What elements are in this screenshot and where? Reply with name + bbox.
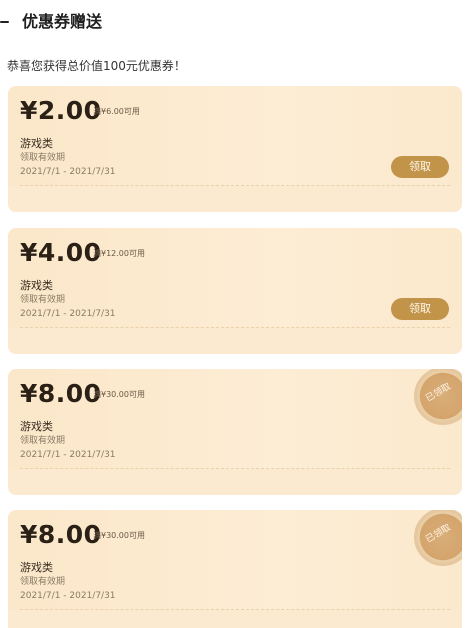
coupon-validity-dates: 2021/7/1 - 2021/7/31 [20, 167, 116, 177]
coupon-category: 游戏类 [20, 137, 53, 150]
coupon-validity-label: 领取有效期 [20, 436, 66, 446]
coupon-amount: ¥4.00 [20, 238, 102, 267]
back-icon[interactable] [0, 21, 9, 23]
coupon-category: 游戏类 [20, 420, 53, 433]
claim-button[interactable]: 领取 [391, 298, 449, 320]
coupon-card: ¥8.00 满¥30.00可用 游戏类 领取有效期 2021/7/1 - 202… [8, 510, 462, 628]
claimed-stamp: 已领取 [414, 369, 462, 425]
coupon-validity-label: 领取有效期 [20, 153, 66, 163]
coupon-condition: 满¥6.00可用 [93, 107, 140, 116]
coupon-card: ¥4.00 满¥12.00可用 游戏类 领取有效期 2021/7/1 - 202… [8, 228, 462, 354]
claimed-stamp: 已领取 [414, 510, 462, 566]
coupon-amount: ¥8.00 [20, 520, 102, 549]
coupon-divider [20, 609, 450, 610]
claimed-stamp-label: 已领取 [424, 522, 453, 546]
claimed-stamp-label: 已领取 [424, 381, 453, 405]
coupon-divider [20, 185, 450, 186]
coupon-validity-dates: 2021/7/1 - 2021/7/31 [20, 450, 116, 460]
coupon-validity-dates: 2021/7/1 - 2021/7/31 [20, 591, 116, 601]
coupon-validity-label: 领取有效期 [20, 295, 66, 305]
coupon-divider [20, 327, 450, 328]
coupon-divider [20, 468, 450, 469]
header: 优惠券赠送 [0, 0, 469, 44]
coupon-card: ¥8.00 满¥30.00可用 游戏类 领取有效期 2021/7/1 - 202… [8, 369, 462, 495]
congrats-message: 恭喜您获得总价值100元优惠券！ [7, 59, 186, 73]
coupon-gift-page: 优惠券赠送 恭喜您获得总价值100元优惠券！ ¥2.00 满¥6.00可用 游戏… [0, 0, 469, 628]
coupon-card: ¥2.00 满¥6.00可用 游戏类 领取有效期 2021/7/1 - 2021… [8, 86, 462, 212]
coupon-condition: 满¥12.00可用 [93, 249, 145, 258]
coupon-category: 游戏类 [20, 279, 53, 292]
coupon-amount: ¥8.00 [20, 379, 102, 408]
coupon-amount: ¥2.00 [20, 96, 102, 125]
page-title: 优惠券赠送 [22, 12, 103, 31]
coupon-validity-label: 领取有效期 [20, 577, 66, 587]
coupon-condition: 满¥30.00可用 [93, 390, 145, 399]
coupon-category: 游戏类 [20, 561, 53, 574]
coupon-validity-dates: 2021/7/1 - 2021/7/31 [20, 309, 116, 319]
claim-button[interactable]: 领取 [391, 156, 449, 178]
coupon-condition: 满¥30.00可用 [93, 531, 145, 540]
